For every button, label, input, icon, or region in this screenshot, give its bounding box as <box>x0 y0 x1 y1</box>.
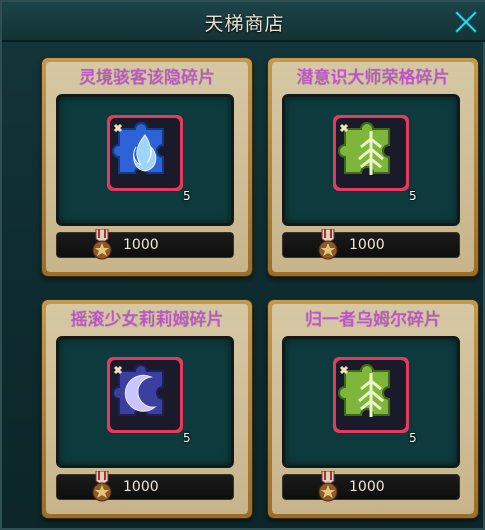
title-bar: 天梯商店 <box>2 2 485 42</box>
item-price: 1000 <box>349 237 385 253</box>
item-slot[interactable]: 5 <box>56 94 234 226</box>
item-count: 5 <box>409 189 417 203</box>
ladder-shop-window: 天梯商店 灵境骇客该隐碎片 5 1000 潜意识大师荣格碎片 5 1000 摇滚… <box>0 0 485 530</box>
card-frame: 潜意识大师荣格碎片 5 1000 <box>272 62 474 272</box>
item-count: 5 <box>183 431 191 445</box>
item-slot[interactable]: 5 <box>56 336 234 468</box>
item-slot[interactable]: 5 <box>282 336 460 468</box>
window-title: 天梯商店 <box>204 13 285 35</box>
ladder-medal-icon <box>92 471 112 502</box>
card-frame: 灵境骇客该隐碎片 5 1000 <box>46 62 248 272</box>
item-price: 1000 <box>123 479 159 495</box>
card-frame: 摇滚少女莉莉姆碎片 5 1000 <box>46 304 248 514</box>
shop-item-card[interactable]: 潜意识大师荣格碎片 5 1000 <box>268 58 478 276</box>
close-icon[interactable] <box>451 6 481 36</box>
shop-item-card[interactable]: 归一者乌姆尔碎片 5 1000 <box>268 300 478 518</box>
shop-item-card[interactable]: 摇滚少女莉莉姆碎片 5 1000 <box>42 300 252 518</box>
item-name: 潜意识大师荣格碎片 <box>296 68 450 88</box>
card-frame: 归一者乌姆尔碎片 5 1000 <box>272 304 474 514</box>
item-count: 5 <box>183 189 191 203</box>
price-bar: 1000 <box>56 471 234 502</box>
item-count: 5 <box>409 431 417 445</box>
ladder-medal-icon <box>318 471 338 502</box>
price-bar: 1000 <box>56 229 234 260</box>
ladder-medal-icon <box>92 229 112 260</box>
item-name: 摇滚少女莉莉姆碎片 <box>70 310 224 330</box>
ladder-medal-icon <box>318 229 338 260</box>
price-bar: 1000 <box>282 229 460 260</box>
purple-moon-puzzle-icon <box>107 357 183 433</box>
price-bar: 1000 <box>282 471 460 502</box>
item-name: 归一者乌姆尔碎片 <box>305 310 441 330</box>
green-tree-puzzle-icon <box>333 115 409 191</box>
item-price: 1000 <box>123 237 159 253</box>
blue-flame-puzzle-icon <box>107 115 183 191</box>
shop-item-card[interactable]: 灵境骇客该隐碎片 5 1000 <box>42 58 252 276</box>
green-tree-puzzle-icon <box>333 357 409 433</box>
item-price: 1000 <box>349 479 385 495</box>
item-name: 灵境骇客该隐碎片 <box>79 68 215 88</box>
item-slot[interactable]: 5 <box>282 94 460 226</box>
